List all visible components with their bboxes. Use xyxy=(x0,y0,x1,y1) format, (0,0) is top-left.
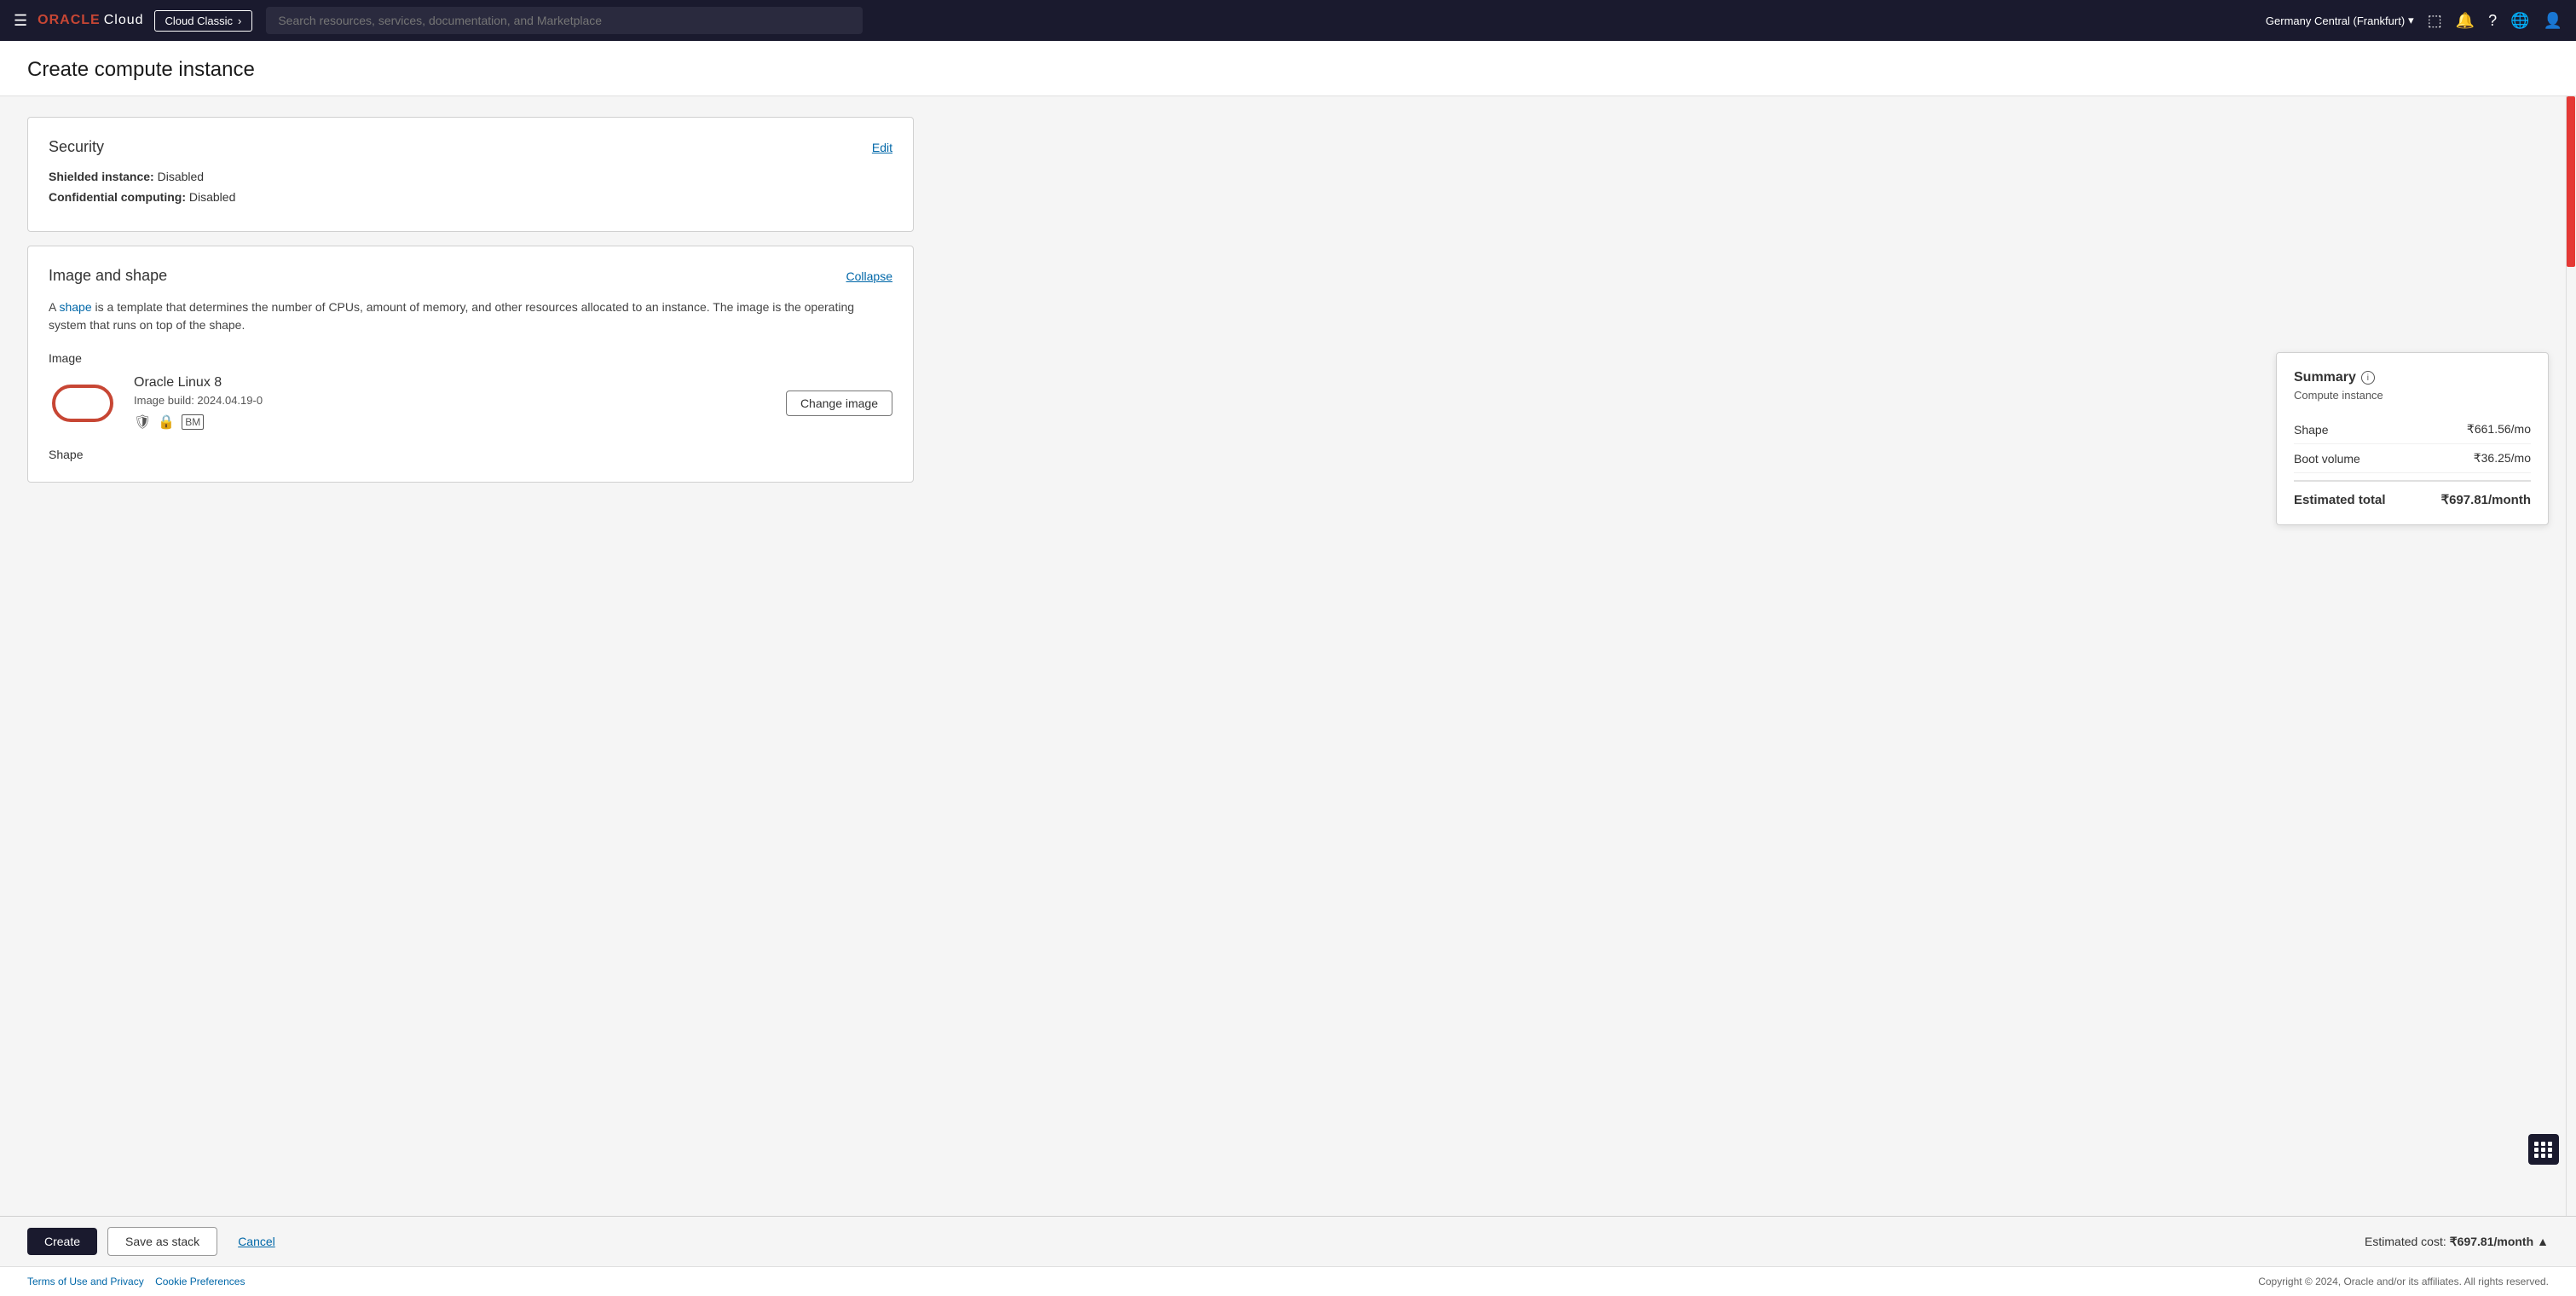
top-navigation: ☰ ORACLE Cloud Cloud Classic › Germany C… xyxy=(0,0,2576,41)
oracle-text: ORACLE xyxy=(38,13,101,28)
search-input[interactable] xyxy=(266,7,863,34)
help-icon[interactable]: ? xyxy=(2488,12,2497,30)
collapse-link[interactable]: Collapse xyxy=(846,269,892,283)
shield-icon: 🛡 xyxy=(134,414,151,431)
image-section-label: Image xyxy=(49,351,892,365)
summary-shape-cost: ₹661.56/mo xyxy=(2467,422,2531,437)
confidential-label: Confidential computing: xyxy=(49,190,186,204)
estimated-cost-value: ₹697.81/month xyxy=(2450,1235,2533,1249)
scroll-thumb xyxy=(2567,96,2575,267)
security-card-title: Security xyxy=(49,138,104,156)
oracle-logo: ORACLE Cloud xyxy=(38,13,143,28)
estimated-cost-prefix: Estimated cost: xyxy=(2365,1235,2446,1248)
bottom-bar: Create Save as stack Cancel Estimated co… xyxy=(0,1216,2576,1266)
lock-icon: 🔒 xyxy=(158,414,175,431)
cancel-button[interactable]: Cancel xyxy=(228,1228,286,1255)
page-title: Create compute instance xyxy=(27,58,2549,82)
terminal-icon[interactable]: ⬚ xyxy=(2428,12,2442,30)
shape-section-label: Shape xyxy=(49,448,892,461)
image-shape-card-title: Image and shape xyxy=(49,267,167,285)
footer-links: Terms of Use and Privacy Cookie Preferen… xyxy=(27,1276,245,1287)
shape-link[interactable]: shape xyxy=(59,300,91,314)
summary-shape-label: Shape xyxy=(2294,423,2328,437)
chevron-up-icon[interactable]: ▲ xyxy=(2537,1235,2549,1248)
summary-total-row: Estimated total ₹697.81/month xyxy=(2294,480,2531,507)
globe-icon[interactable]: 🌐 xyxy=(2510,12,2529,30)
copyright-text: Copyright © 2024, Oracle and/or its affi… xyxy=(2258,1276,2549,1287)
bell-icon[interactable]: 🔔 xyxy=(2456,12,2475,30)
form-area: Security Edit Shielded instance: Disable… xyxy=(27,117,914,1195)
cloud-text: Cloud xyxy=(104,13,144,28)
scroll-indicator[interactable] xyxy=(2566,96,2576,1216)
confidential-value: Disabled xyxy=(189,190,235,204)
image-info: Oracle Linux 8 Image build: 2024.04.19-0… xyxy=(134,375,769,431)
shielded-label: Shielded instance: xyxy=(49,170,154,183)
summary-boot-volume-label: Boot volume xyxy=(2294,452,2360,466)
region-selector[interactable]: Germany Central (Frankfurt) ▾ xyxy=(2266,14,2414,27)
cloud-classic-button[interactable]: Cloud Classic › xyxy=(154,10,253,32)
terms-link[interactable]: Terms of Use and Privacy xyxy=(27,1276,144,1287)
summary-subtitle: Compute instance xyxy=(2294,389,2531,402)
create-button[interactable]: Create xyxy=(27,1228,97,1255)
security-card-header: Security Edit xyxy=(49,138,892,156)
image-selection-row: Oracle Linux 8 Image build: 2024.04.19-0… xyxy=(49,375,892,431)
save-as-stack-button[interactable]: Save as stack xyxy=(107,1227,217,1256)
grid-icon-button[interactable] xyxy=(2528,1134,2559,1165)
summary-shape-row: Shape ₹661.56/mo xyxy=(2294,415,2531,444)
oracle-oval-icon xyxy=(52,385,113,422)
image-name: Oracle Linux 8 xyxy=(134,375,769,391)
summary-total-label: Estimated total xyxy=(2294,493,2386,507)
security-edit-link[interactable]: Edit xyxy=(872,141,892,154)
image-shape-card-header: Image and shape Collapse xyxy=(49,267,892,285)
hamburger-menu-icon[interactable]: ☰ xyxy=(14,12,27,30)
grid-dots xyxy=(2534,1142,2553,1158)
image-build: Image build: 2024.04.19-0 xyxy=(134,394,769,407)
nav-right-icons: Germany Central (Frankfurt) ▾ ⬚ 🔔 ? 🌐 👤 xyxy=(2266,12,2562,30)
summary-total-cost: ₹697.81/month xyxy=(2441,492,2531,507)
image-shape-card: Image and shape Collapse A shape is a te… xyxy=(27,246,914,483)
cookie-preferences-link[interactable]: Cookie Preferences xyxy=(155,1276,245,1287)
user-avatar-icon[interactable]: 👤 xyxy=(2544,12,2562,30)
change-image-button[interactable]: Change image xyxy=(786,391,892,416)
summary-info-icon[interactable]: i xyxy=(2361,371,2375,385)
summary-panel: Summary i Compute instance Shape ₹661.56… xyxy=(2276,352,2549,525)
summary-title: Summary xyxy=(2294,370,2356,385)
oracle-linux-logo xyxy=(49,378,117,429)
shielded-value: Disabled xyxy=(158,170,204,183)
main-content: Security Edit Shielded instance: Disable… xyxy=(0,96,2576,1216)
summary-boot-volume-cost: ₹36.25/mo xyxy=(2474,451,2531,466)
image-icons: 🛡 🔒 BM xyxy=(134,414,769,431)
page-footer: Terms of Use and Privacy Cookie Preferen… xyxy=(0,1266,2576,1296)
estimated-cost-display: Estimated cost: ₹697.81/month ▲ xyxy=(2365,1235,2549,1249)
confidential-computing-field: Confidential computing: Disabled xyxy=(49,190,892,204)
page-header: Create compute instance xyxy=(0,41,2576,96)
card-description: A shape is a template that determines th… xyxy=(49,298,892,334)
shielded-instance-field: Shielded instance: Disabled xyxy=(49,170,892,183)
bm-icon: BM xyxy=(182,414,204,430)
summary-boot-volume-row: Boot volume ₹36.25/mo xyxy=(2294,444,2531,473)
security-card: Security Edit Shielded instance: Disable… xyxy=(27,117,914,232)
summary-header: Summary i xyxy=(2294,370,2531,385)
